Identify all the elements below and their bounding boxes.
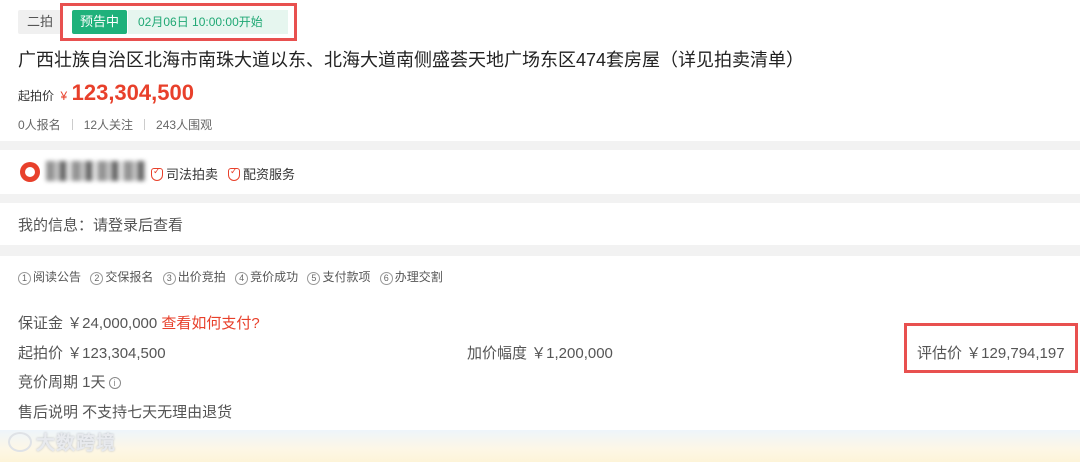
watermark-text: 大数跨境 — [36, 433, 117, 454]
step-item: 5 支付款项 — [307, 268, 370, 285]
auction-title: 广西壮族自治区北海市南珠大道以东、北海大道南侧盛荟天地广场东区474套房屋（详见… — [18, 50, 805, 70]
info-icon[interactable]: i — [108, 377, 121, 389]
step-item: 4 竞价成功 — [235, 268, 298, 285]
divider — [71, 119, 73, 130]
step-item: 6 办理交割 — [379, 268, 443, 285]
auction-stats: 0人报名 12人关注 243人围观 — [18, 116, 212, 133]
section-divider — [0, 141, 1080, 150]
bidding-cycle: 竞价周期 1天 — [18, 374, 106, 391]
start-price-value: 123,304,500 — [71, 80, 194, 105]
section-divider — [0, 245, 1080, 256]
shield-check-icon — [228, 166, 240, 181]
registered-count: 0人报名 — [18, 118, 61, 132]
how-to-pay-link[interactable]: 查看如何支付? — [161, 315, 259, 332]
divider — [144, 119, 146, 130]
step-item: 2 交保报名 — [90, 268, 153, 285]
court-info-row[interactable]: 司法拍卖 配资服务 — [0, 150, 1080, 194]
court-logo-icon — [20, 162, 40, 182]
deposit-row: 保证金 ￥24,000,000 查看如何支付? — [18, 312, 260, 333]
status-highlight-box — [60, 3, 297, 41]
step-item: 3 出价竞拍 — [162, 268, 226, 285]
watermark: 大数跨境 — [8, 428, 116, 455]
evaluation-highlight-box — [904, 323, 1078, 373]
price-increment: 加价幅度 ￥1,200,000 — [467, 345, 613, 362]
my-info-row[interactable]: 我的信息：请登录后查看 — [0, 203, 1080, 245]
currency-symbol: ¥ — [60, 89, 68, 103]
my-info-text[interactable]: 我的信息：请登录后查看 — [18, 214, 183, 235]
detail-start-price: 起拍价 ￥123,304,500 — [18, 345, 166, 362]
viewers-count: 243人围观 — [156, 118, 213, 132]
watermark-logo-icon — [8, 432, 32, 452]
cert-finance-label: 配资服务 — [243, 167, 296, 182]
cert-finance-service: 配资服务 — [228, 164, 295, 183]
shield-check-icon — [151, 166, 163, 181]
cert-judicial-label: 司法拍卖 — [166, 167, 219, 182]
deposit-value: 保证金 ￥24,000,000 — [18, 315, 158, 332]
step-item: 1 阅读公告 — [18, 268, 81, 285]
cert-judicial-auction: 司法拍卖 — [151, 164, 218, 183]
start-price-label: 起拍价 — [18, 89, 55, 103]
after-sale-note: 售后说明 不支持七天无理由退货 — [18, 404, 233, 421]
round-tag: 二拍 — [18, 10, 63, 34]
start-price-row: 起拍价 ¥ 123,304,500 — [18, 80, 194, 106]
followers-count: 12人关注 — [83, 118, 134, 132]
footer-band — [0, 430, 1080, 462]
process-steps: 1 阅读公告 2 交保报名 3 出价竞拍 4 竞价成功 5 支付款项 6 办理交割 — [18, 268, 449, 285]
section-divider — [0, 194, 1080, 203]
bidding-cycle-row: 竞价周期 1天 i — [18, 371, 121, 392]
court-name-blurred[interactable] — [46, 161, 146, 181]
